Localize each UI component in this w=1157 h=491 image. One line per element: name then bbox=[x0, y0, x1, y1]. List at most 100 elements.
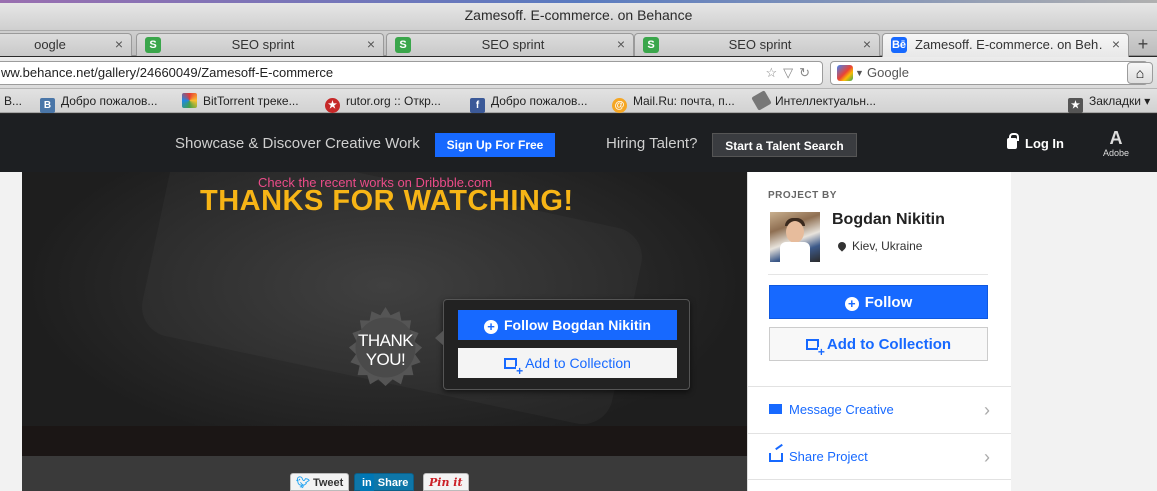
bookmark-item[interactable]: B Добро пожалов... bbox=[40, 93, 157, 113]
search-placeholder: Google bbox=[867, 65, 909, 80]
titlebar-strip bbox=[0, 0, 1157, 3]
close-icon[interactable]: × bbox=[863, 34, 871, 55]
close-icon[interactable]: × bbox=[1112, 34, 1120, 55]
bookmark-item[interactable]: ★ rutor.org :: Откр... bbox=[325, 93, 441, 113]
tab-seo-sprint-1[interactable]: S SEO sprint × bbox=[136, 33, 384, 56]
tweet-label: Tweet bbox=[312, 477, 344, 489]
collection-icon bbox=[805, 339, 825, 357]
bookmark-label: Mail.Ru: почта, п... bbox=[633, 94, 735, 108]
login-link[interactable]: Log In bbox=[1007, 133, 1064, 151]
url-field[interactable]: ww.behance.net/gallery/24660049/Zamesoff… bbox=[0, 61, 823, 85]
tab-google[interactable]: oogle × bbox=[0, 33, 132, 56]
window-titlebar: Zamesoff. E-commerce. on Behance bbox=[0, 0, 1157, 31]
home-button[interactable]: ⌂ bbox=[1127, 62, 1153, 84]
divider bbox=[748, 479, 1012, 491]
pinterest-button[interactable]: Pin it bbox=[423, 473, 469, 491]
bookmarks-bar: В... B Добро пожалов... BitTorrent треке.… bbox=[0, 89, 1157, 113]
background-floor bbox=[22, 426, 747, 456]
tweet-button[interactable]: 🐦︎ Tweet bbox=[290, 473, 350, 491]
tab-behance[interactable]: Bē Zamesoff. E-commerce. on Beh… × bbox=[882, 33, 1129, 57]
avatar-face bbox=[786, 221, 804, 243]
url-actions: ☆▽↻ bbox=[765, 62, 816, 84]
close-icon[interactable]: × bbox=[367, 34, 375, 55]
chevron-down-icon: ▾ bbox=[1140, 94, 1151, 108]
add-collection-label: Add to Collection bbox=[826, 336, 952, 353]
vk-icon: B bbox=[40, 98, 55, 113]
lock-icon bbox=[1007, 133, 1019, 149]
collection-icon bbox=[504, 358, 524, 376]
bookmark-item[interactable]: В... bbox=[4, 93, 22, 109]
divider bbox=[768, 274, 988, 275]
paperclip-icon bbox=[751, 90, 772, 111]
share-bar: 🐦︎ Tweet in Share Pin it bbox=[22, 456, 747, 491]
message-label: Message Creative bbox=[789, 402, 894, 417]
hiring-text: Hiring Talent? bbox=[606, 135, 698, 152]
bookmark-label: BitTorrent треке... bbox=[203, 94, 299, 108]
google-icon[interactable] bbox=[837, 65, 853, 81]
login-label: Log In bbox=[1025, 136, 1064, 151]
project-by-label: PROJECT BY bbox=[768, 190, 837, 201]
close-icon[interactable]: × bbox=[115, 34, 123, 55]
twitter-icon: 🐦︎ bbox=[296, 477, 310, 489]
creator-name[interactable]: Bogdan Nikitin bbox=[832, 211, 945, 229]
share-project-label: Share Project bbox=[789, 449, 868, 464]
location-pin-icon bbox=[836, 240, 848, 252]
reload-icon[interactable]: ↻ bbox=[799, 65, 816, 80]
envelope-icon bbox=[769, 404, 782, 414]
tab-bar: oogle × S SEO sprint × S SEO sprint × S … bbox=[0, 31, 1157, 57]
new-tab-button[interactable]: + bbox=[1131, 34, 1155, 55]
tab-label: SEO sprint bbox=[231, 37, 295, 52]
search-field[interactable]: ▼ Google ⚲ bbox=[830, 61, 1148, 85]
creator-location: Kiev, Ukraine bbox=[836, 239, 922, 253]
bookmark-label: Добро пожалов... bbox=[491, 94, 588, 108]
bookmarks-icon: ★ bbox=[1068, 98, 1083, 113]
linkedin-share-button[interactable]: in Share bbox=[354, 473, 415, 491]
follow-popup: + Follow Bogdan Nikitin Add to Collection bbox=[435, 299, 690, 390]
tab-label: Zamesoff. E-commerce. on Beh… bbox=[915, 37, 1102, 52]
avatar[interactable] bbox=[770, 212, 820, 262]
plus-icon: + bbox=[844, 297, 859, 311]
facebook-icon: f bbox=[470, 98, 485, 113]
add-to-collection-button[interactable]: Add to Collection bbox=[458, 348, 677, 378]
linkedin-label: Share bbox=[377, 477, 409, 489]
bookmark-item[interactable]: @ Mail.Ru: почта, п... bbox=[612, 93, 735, 113]
bookmark-label: В... bbox=[4, 94, 23, 108]
sign-up-button[interactable]: Sign Up For Free bbox=[435, 133, 555, 157]
chevron-right-icon: › bbox=[984, 447, 990, 467]
tab-label: SEO sprint bbox=[728, 37, 792, 52]
avatar-shirt bbox=[780, 242, 810, 262]
bookmark-item[interactable]: Интеллектуальн... bbox=[751, 90, 876, 111]
talent-search-button[interactable]: Start a Talent Search bbox=[712, 133, 857, 157]
behance-icon: Bē bbox=[891, 37, 907, 53]
seo-icon: S bbox=[643, 37, 659, 53]
bookmark-label: Закладки bbox=[1089, 94, 1141, 108]
mailru-icon: @ bbox=[612, 98, 627, 113]
page-margin-left bbox=[0, 172, 22, 491]
bookmark-item[interactable]: f Добро пожалов... bbox=[470, 93, 588, 113]
star-icon[interactable]: ☆ bbox=[765, 65, 783, 80]
pinterest-label: Pin it bbox=[429, 476, 463, 489]
follow-label: Follow bbox=[864, 294, 913, 311]
seo-icon: S bbox=[395, 37, 411, 53]
rutor-icon: ★ bbox=[325, 98, 340, 113]
project-sidebar: PROJECT BY Bogdan Nikitin Kiev, Ukraine … bbox=[747, 172, 1012, 491]
bookmark-item[interactable]: BitTorrent треке... bbox=[182, 93, 299, 109]
sidebar-add-to-collection-button[interactable]: Add to Collection bbox=[769, 327, 988, 361]
tab-seo-sprint-3[interactable]: S SEO sprint × bbox=[634, 33, 880, 56]
close-icon[interactable]: × bbox=[617, 34, 625, 55]
chevron-down-icon[interactable]: ▼ bbox=[855, 62, 864, 84]
chevron-right-icon: › bbox=[984, 400, 990, 420]
adobe-icon: A bbox=[1109, 128, 1123, 148]
header-tagline: Showcase & Discover Creative Work bbox=[175, 135, 420, 152]
follow-creator-button[interactable]: + Follow Bogdan Nikitin bbox=[458, 310, 677, 340]
message-creative-row[interactable]: Message Creative › bbox=[748, 386, 1012, 432]
bookmark-label: rutor.org :: Откр... bbox=[346, 94, 441, 108]
bookmarks-menu[interactable]: ★ Закладки ▾ bbox=[1068, 93, 1151, 113]
chevron-down-icon[interactable]: ▽ bbox=[783, 65, 799, 80]
linkedin-icon: in bbox=[360, 474, 374, 491]
tab-label: SEO sprint bbox=[481, 37, 545, 52]
follow-button[interactable]: + Follow bbox=[769, 285, 988, 319]
tab-seo-sprint-2[interactable]: S SEO sprint × bbox=[386, 33, 634, 56]
share-project-row[interactable]: Share Project › bbox=[748, 433, 1012, 479]
adobe-logo[interactable]: A Adobe bbox=[1101, 128, 1131, 158]
